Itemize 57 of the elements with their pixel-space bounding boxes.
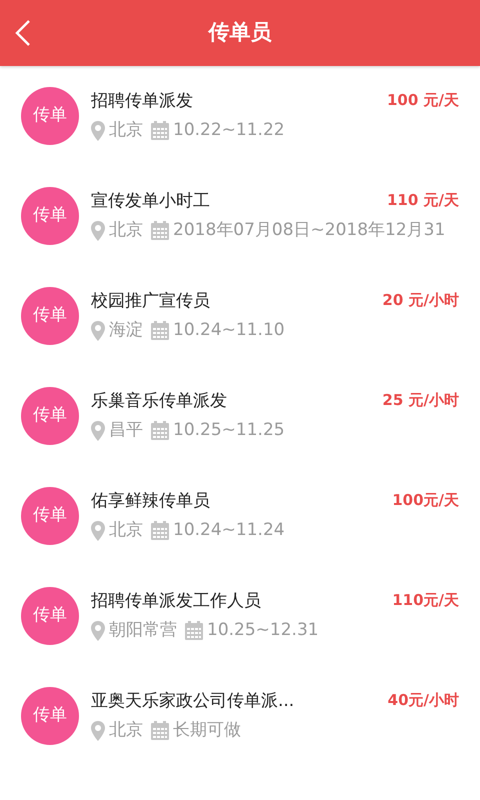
job-pay: 25 元/小时 bbox=[382, 390, 459, 410]
job-pay: 110 元/天 bbox=[386, 190, 459, 210]
job-list-item[interactable]: 传单 招聘传单派发 100 元/天 北京 10.22~11.22 bbox=[0, 66, 480, 166]
job-pay: 110元/天 bbox=[392, 590, 459, 610]
calendar-icon bbox=[185, 621, 203, 640]
job-list-item[interactable]: 传单 乐巢音乐传单派发 25 元/小时 昌平 10.25~11.25 bbox=[0, 366, 480, 466]
calendar-icon bbox=[151, 121, 169, 140]
job-location: 北京 bbox=[109, 519, 143, 542]
job-title: 乐巢音乐传单派发 bbox=[91, 390, 227, 412]
job-title: 宣传发单小时工 bbox=[91, 190, 210, 212]
job-list-item[interactable]: 传单 校园推广宣传员 20 元/小时 海淀 10.24~11.10 bbox=[0, 266, 480, 366]
location-pin-icon bbox=[91, 720, 105, 741]
job-list-item[interactable]: 传单 招聘传单派发工作人员 110元/天 朝阳常营 10.25~12.31 bbox=[0, 566, 480, 666]
job-dates: 2018年07月08日~2018年12月31 bbox=[173, 219, 446, 242]
job-title: 校园推广宣传员 bbox=[91, 290, 210, 312]
job-list-item[interactable]: 传单 亚奥天乐家政公司传单派... 40元/小时 北京 长期可做 bbox=[0, 666, 480, 766]
job-pay: 20 元/小时 bbox=[382, 290, 459, 310]
job-dates: 10.22~11.22 bbox=[173, 119, 285, 142]
job-title: 招聘传单派发 bbox=[91, 90, 193, 112]
job-location: 北京 bbox=[109, 119, 143, 142]
page-title: 传单员 bbox=[208, 19, 272, 46]
job-dates: 10.25~12.31 bbox=[207, 619, 319, 642]
job-location: 北京 bbox=[109, 219, 143, 242]
job-pay: 100 元/天 bbox=[386, 90, 459, 110]
job-dates: 10.25~11.25 bbox=[173, 419, 285, 442]
job-location: 朝阳常营 bbox=[109, 619, 177, 642]
job-pay: 40元/小时 bbox=[388, 690, 459, 710]
calendar-icon bbox=[151, 421, 169, 440]
location-pin-icon bbox=[91, 220, 105, 241]
job-dates: 10.24~11.24 bbox=[173, 519, 285, 542]
job-location: 北京 bbox=[109, 719, 143, 742]
category-avatar: 传单 bbox=[21, 687, 79, 745]
job-location: 海淀 bbox=[109, 319, 143, 342]
job-list-item[interactable]: 传单 宣传发单小时工 110 元/天 北京 2018年07月08日~2018年12月31 bbox=[0, 166, 480, 266]
location-pin-icon bbox=[91, 420, 105, 441]
job-location: 昌平 bbox=[109, 419, 143, 442]
job-pay: 100元/天 bbox=[392, 490, 459, 510]
calendar-icon bbox=[151, 221, 169, 240]
location-pin-icon bbox=[91, 120, 105, 141]
category-avatar: 传单 bbox=[21, 587, 79, 645]
calendar-icon bbox=[151, 721, 169, 740]
category-avatar: 传单 bbox=[21, 387, 79, 445]
calendar-icon bbox=[151, 321, 169, 340]
job-dates: 长期可做 bbox=[173, 719, 241, 742]
location-pin-icon bbox=[91, 520, 105, 541]
category-avatar: 传单 bbox=[21, 287, 79, 345]
job-title: 招聘传单派发工作人员 bbox=[91, 590, 261, 612]
location-pin-icon bbox=[91, 320, 105, 341]
location-pin-icon bbox=[91, 620, 105, 641]
category-avatar: 传单 bbox=[21, 87, 79, 145]
category-avatar: 传单 bbox=[21, 187, 79, 245]
category-avatar: 传单 bbox=[21, 487, 79, 545]
calendar-icon bbox=[151, 521, 169, 540]
job-list-item[interactable]: 传单 佑享鲜辣传单员 100元/天 北京 10.24~11.24 bbox=[0, 466, 480, 566]
job-title: 亚奥天乐家政公司传单派... bbox=[91, 690, 294, 712]
job-dates: 10.24~11.10 bbox=[173, 319, 285, 342]
job-title: 佑享鲜辣传单员 bbox=[91, 490, 210, 512]
